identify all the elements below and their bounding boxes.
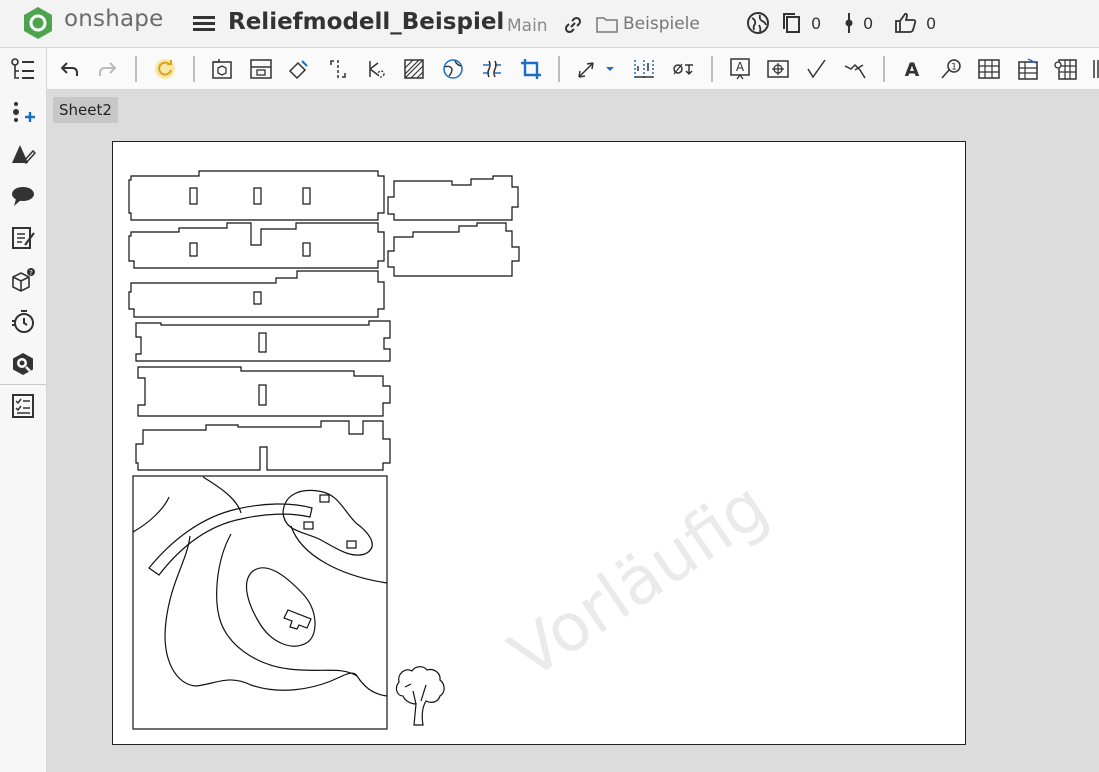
thumbs-up-icon bbox=[895, 12, 917, 33]
part-outline bbox=[387, 175, 519, 221]
left-sidebar: ? bbox=[0, 48, 47, 772]
notes-icon[interactable] bbox=[10, 225, 36, 251]
svg-text:?: ? bbox=[29, 269, 33, 277]
history-icon[interactable] bbox=[10, 309, 36, 335]
drawing-geometry bbox=[128, 170, 520, 730]
auxiliary-view-icon[interactable] bbox=[287, 57, 311, 81]
slot-cutout bbox=[258, 384, 267, 406]
table-icon[interactable] bbox=[977, 57, 1001, 81]
versions-icon bbox=[783, 13, 800, 33]
branch-icon bbox=[845, 13, 853, 33]
drawing-toolbar: A A 1 bbox=[47, 48, 1099, 90]
text-icon[interactable]: A bbox=[900, 57, 924, 81]
likes-count: 0 bbox=[926, 13, 937, 33]
projected-view-icon[interactable] bbox=[249, 57, 273, 81]
parts-icon[interactable]: ? bbox=[10, 267, 36, 293]
branches-count: 0 bbox=[863, 13, 874, 33]
slot-cutout bbox=[253, 291, 262, 305]
brand-name: onshape bbox=[64, 6, 164, 32]
building-cutout bbox=[319, 494, 330, 503]
link-icon[interactable] bbox=[563, 15, 583, 35]
versions-count: 0 bbox=[811, 13, 822, 33]
building-cutout bbox=[283, 609, 312, 630]
folder-name[interactable]: Beispiele bbox=[623, 14, 700, 34]
insert-icon[interactable] bbox=[10, 99, 36, 125]
slot-cutout bbox=[302, 187, 311, 205]
tree-branch bbox=[404, 683, 427, 705]
tree-outline bbox=[395, 666, 445, 726]
part-outline bbox=[135, 320, 391, 362]
slot-cutout bbox=[189, 187, 198, 205]
baseline-dimension-icon[interactable] bbox=[632, 57, 656, 81]
dimension-icon[interactable] bbox=[575, 57, 599, 81]
hole-callout-icon[interactable] bbox=[671, 57, 695, 81]
part-outline bbox=[387, 222, 520, 277]
svg-text:A: A bbox=[736, 60, 745, 74]
part-outline bbox=[128, 170, 385, 221]
feature-list-icon[interactable] bbox=[10, 57, 36, 83]
redo-icon[interactable] bbox=[95, 57, 119, 81]
part-outline bbox=[128, 222, 385, 269]
document-title[interactable]: Reliefmodell_Beispiel bbox=[228, 9, 504, 35]
toolbar-separator bbox=[883, 56, 885, 82]
top-bar: onshape Reliefmodell_Beispiel Main Beisp… bbox=[0, 0, 1099, 48]
undo-icon[interactable] bbox=[58, 57, 82, 81]
contour-line bbox=[132, 496, 170, 533]
crop-view-icon[interactable] bbox=[519, 57, 543, 81]
building-cutout bbox=[346, 540, 357, 549]
hatch-icon[interactable] bbox=[402, 57, 426, 81]
sidebar-divider bbox=[0, 384, 46, 385]
contour-line bbox=[282, 489, 373, 556]
slot-cutout bbox=[302, 242, 311, 257]
slot-cutout bbox=[253, 187, 262, 205]
toolbar-separator bbox=[711, 56, 713, 82]
sheet-tab[interactable]: Sheet2 bbox=[53, 97, 118, 123]
part-outline bbox=[135, 420, 391, 471]
menu-icon[interactable] bbox=[193, 13, 215, 35]
slot-cutout bbox=[189, 242, 198, 257]
datum-icon[interactable] bbox=[766, 57, 790, 81]
appearance-icon[interactable] bbox=[10, 141, 37, 167]
insert-view-icon[interactable] bbox=[210, 57, 234, 81]
drawing-sheet[interactable]: Vorläufig bbox=[112, 141, 966, 745]
onshape-logo[interactable] bbox=[22, 6, 54, 40]
building-cutout bbox=[303, 521, 314, 530]
globe-view-icon[interactable] bbox=[441, 57, 465, 81]
rebuild-icon[interactable] bbox=[153, 57, 177, 81]
toolbar-separator bbox=[135, 56, 137, 82]
branch-name[interactable]: Main bbox=[507, 16, 548, 36]
dimension-dropdown-chevron-icon[interactable] bbox=[603, 57, 617, 81]
weld-symbol-icon[interactable] bbox=[843, 57, 867, 81]
toolbar-separator bbox=[558, 56, 560, 82]
versions-stat[interactable]: 0 bbox=[781, 11, 821, 35]
folder-icon[interactable] bbox=[596, 15, 618, 33]
branches-stat[interactable]: 0 bbox=[843, 11, 873, 35]
checklist-icon[interactable] bbox=[10, 393, 36, 419]
overflow-tool-icon[interactable] bbox=[1092, 57, 1099, 81]
search-icon[interactable] bbox=[10, 351, 36, 377]
surface-finish-icon[interactable] bbox=[805, 57, 829, 81]
road-strip bbox=[148, 503, 313, 576]
comments-icon[interactable] bbox=[10, 183, 36, 209]
svg-text:A: A bbox=[905, 59, 920, 81]
contour-line bbox=[290, 525, 388, 584]
likes-stat[interactable]: 0 bbox=[894, 11, 936, 35]
slot-cutout bbox=[258, 332, 267, 353]
contour-line bbox=[164, 535, 358, 691]
bom-table-icon[interactable] bbox=[1016, 57, 1040, 81]
break-view-icon[interactable] bbox=[480, 57, 504, 81]
note-icon[interactable]: A bbox=[728, 57, 752, 81]
detail-view-icon[interactable] bbox=[364, 57, 388, 81]
contour-line bbox=[245, 567, 316, 647]
balloon-icon[interactable]: 1 bbox=[939, 57, 963, 81]
svg-text:1: 1 bbox=[951, 63, 957, 73]
hole-table-icon[interactable] bbox=[1054, 57, 1078, 81]
part-outline bbox=[137, 366, 391, 417]
globe-icon[interactable] bbox=[746, 11, 770, 35]
toolbar-separator bbox=[193, 56, 195, 82]
section-view-icon[interactable] bbox=[326, 57, 350, 81]
part-outline bbox=[128, 270, 385, 318]
